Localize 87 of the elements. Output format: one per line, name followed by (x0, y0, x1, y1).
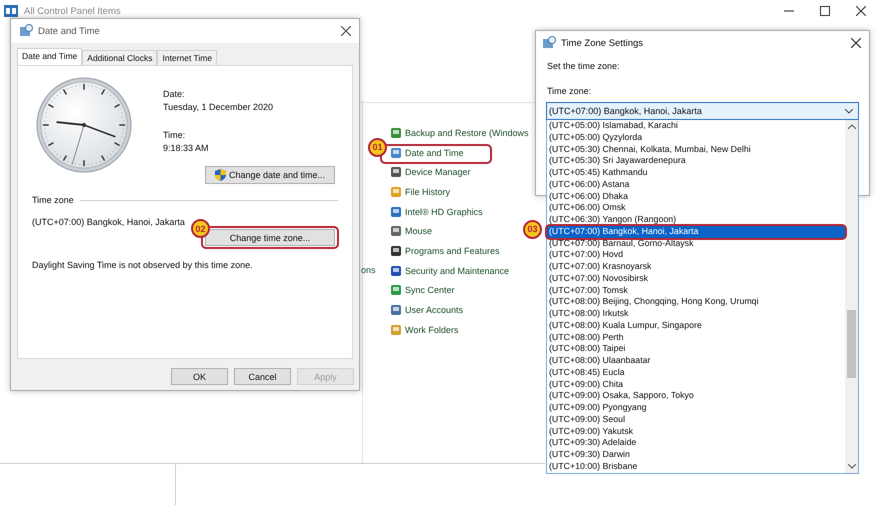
scrollbar-thumb[interactable] (847, 310, 856, 378)
field-label: Time zone: (547, 86, 592, 96)
date-label: Date: (163, 89, 186, 99)
close-icon[interactable] (851, 38, 861, 48)
close-icon[interactable] (341, 26, 351, 36)
control-panel-icon (390, 284, 402, 296)
dropdown-option[interactable]: (UTC+05:45) Kathmandu (547, 167, 845, 179)
control-panel-link[interactable]: Work Folders (405, 324, 458, 335)
dropdown-option[interactable]: (UTC+09:30) Darwin (547, 449, 845, 461)
dropdown-option[interactable]: (UTC+08:00) Irkutsk (547, 308, 845, 320)
control-panel-icon (390, 264, 402, 277)
control-panel-link[interactable]: Mouse (405, 226, 432, 236)
dialog-title: Date and Time (38, 26, 100, 36)
tab[interactable]: Internet Time (157, 50, 218, 65)
prompt-text: Set the time zone: (547, 61, 621, 71)
dropdown-option[interactable]: (UTC+09:00) Osaka, Sapporo, Tokyo (547, 390, 845, 402)
dropdown-option[interactable]: (UTC+07:00) Bangkok, Hanoi, Jakarta (547, 226, 845, 238)
dropdown-option[interactable]: (UTC+07:00) Novosibirsk (547, 272, 845, 284)
control-panel-link[interactable]: Programs and Features (405, 246, 500, 256)
dropdown-option[interactable]: (UTC+07:00) Barnaul, Gorno-Altaysk (547, 238, 845, 250)
dropdown-option[interactable]: (UTC+09:00) Pyongyang (547, 402, 845, 414)
dropdown-option[interactable]: (UTC+08:45) Eucla (547, 366, 845, 378)
close-icon[interactable] (856, 6, 866, 16)
dropdown-option[interactable]: (UTC+09:30) Adelaide (547, 437, 845, 449)
control-panel-link[interactable]: Intel® HD Graphics (405, 206, 483, 217)
dropdown-option[interactable]: (UTC+09:00) Chita (547, 378, 845, 390)
dropdown-option[interactable]: (UTC+08:00) Taipei (547, 343, 845, 355)
dropdown-option[interactable]: (UTC+09:00) Seoul (547, 414, 845, 426)
dialog-button[interactable]: Cancel (234, 368, 291, 385)
tab[interactable]: Additional Clocks (82, 50, 158, 65)
control-panel-icon (390, 244, 402, 257)
step-marker: 01 (368, 138, 387, 157)
control-panel-link[interactable]: Backup and Restore (Windows (405, 128, 529, 138)
dropdown-option[interactable]: (UTC+05:00) Qyzylorda (547, 132, 845, 144)
dialog-button[interactable]: OK (171, 368, 228, 385)
dropdown-option[interactable]: (UTC+05:30) Sri Jayawardenepura (547, 155, 845, 167)
dst-note: Daylight Saving Time is not observed by this time zone. (32, 260, 254, 270)
window-title: All Control Panel Items (24, 6, 121, 16)
control-panel-link[interactable]: File History (405, 186, 450, 197)
scrollbar[interactable] (845, 120, 858, 472)
maximize-icon[interactable] (820, 6, 830, 16)
dropdown-option[interactable]: (UTC+07:00) Krasnoyarsk (547, 261, 845, 273)
control-panel-icon (390, 324, 402, 336)
control-panel-link[interactable]: Date and Time (405, 148, 464, 158)
dropdown-option[interactable]: (UTC+05:00) Islamabad, Karachi (547, 120, 845, 132)
dropdown-option[interactable]: (UTC+10:00) Brisbane (547, 460, 845, 472)
control-panel-icon (390, 186, 402, 198)
dropdown-option[interactable]: (UTC+06:00) Dhaka (547, 190, 845, 202)
dropdown-option[interactable]: (UTC+09:00) Yakutsk (547, 426, 845, 438)
control-panel-icon (4, 5, 18, 17)
dropdown-option[interactable]: (UTC+07:00) Hovd (547, 249, 845, 261)
control-panel-link[interactable]: User Accounts (405, 305, 464, 316)
dropdown-option[interactable]: (UTC+08:00) Perth (547, 332, 845, 344)
change-time-zone-button[interactable]: Change time zone... (205, 229, 335, 246)
dropdown-option[interactable]: (UTC+06:00) Astana (547, 178, 845, 190)
control-panel-icon (390, 225, 402, 238)
dropdown-option[interactable]: (UTC+06:00) Omsk (547, 202, 845, 214)
time-label: Time: (163, 130, 186, 140)
date-value: Tuesday, 1 December 2020 (163, 102, 274, 112)
dropdown-option[interactable]: (UTC+08:00) Beijing, Chongqing, Hong Kong, Urumqi (547, 296, 845, 308)
chevron-down-icon[interactable] (848, 464, 856, 468)
dropdown-option[interactable]: (UTC+08:00) Kuala Lumpur, Singapore (547, 320, 845, 332)
chevron-up-icon[interactable] (848, 124, 856, 129)
control-panel-icon (390, 166, 402, 178)
time-zone-dropdown[interactable]: (UTC+07:00) Bangkok, Hanoi, Jakarta (546, 102, 859, 120)
control-panel-icon (390, 304, 402, 316)
dropdown-option[interactable]: (UTC+05:30) Chennai, Kolkata, Mumbai, New Delhi (547, 144, 845, 156)
dropdown-option[interactable]: (UTC+06:30) Yangon (Rangoon) (547, 214, 845, 226)
control-panel-icon (390, 206, 402, 218)
step-marker: 03 (523, 220, 542, 239)
time-value: 9:18:33 AM (163, 143, 210, 153)
shield-icon (214, 169, 226, 181)
control-panel-link[interactable]: Security and Maintenance (405, 266, 510, 276)
control-panel-link[interactable]: Device Manager (405, 167, 471, 178)
dropdown-option[interactable]: (UTC+08:00) Ulaanbaatar (547, 355, 845, 367)
dialog-title: Time Zone Settings (561, 38, 644, 48)
group-heading: Time zone (32, 195, 74, 205)
control-panel-icon (390, 146, 402, 159)
tab[interactable]: Date and Time (17, 48, 82, 65)
dropdown-option[interactable]: (UTC+07:00) Tomsk (547, 284, 845, 296)
change-date-button[interactable]: Change date and time... (205, 166, 335, 184)
cut-label: ons (361, 265, 376, 275)
control-panel-link[interactable]: Sync Center (405, 285, 455, 296)
step-marker: 02 (191, 219, 210, 238)
chevron-down-icon (845, 108, 853, 114)
control-panel-icon (390, 126, 402, 139)
time-zone-value: (UTC+07:00) Bangkok, Hanoi, Jakarta (32, 217, 186, 227)
